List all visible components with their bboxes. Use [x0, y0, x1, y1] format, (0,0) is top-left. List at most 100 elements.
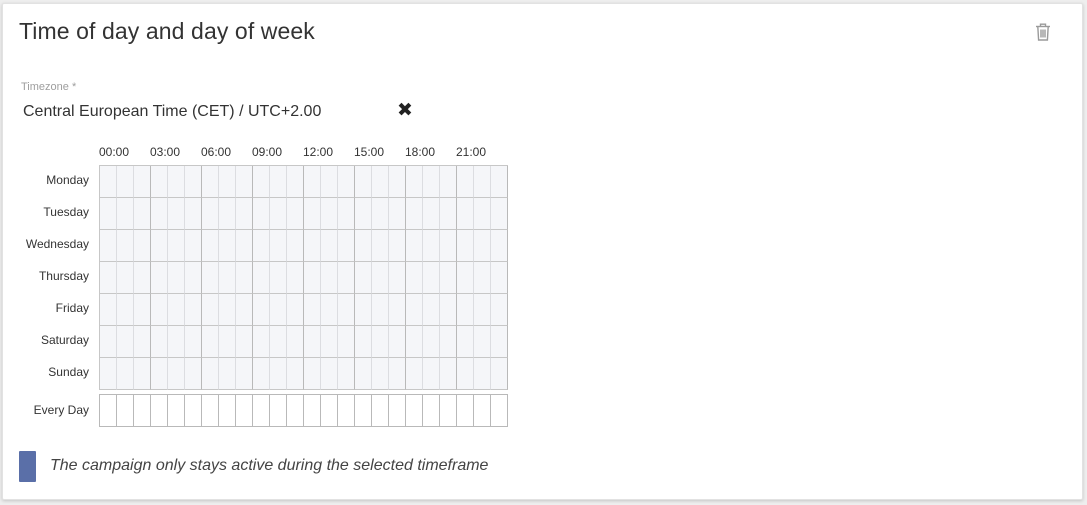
time-cell[interactable]	[100, 358, 117, 390]
time-cell[interactable]	[355, 358, 372, 390]
time-cell[interactable]	[219, 262, 236, 294]
every-day-cell[interactable]	[270, 395, 287, 426]
time-cell[interactable]	[287, 230, 304, 262]
time-cell[interactable]	[253, 230, 270, 262]
time-cell[interactable]	[134, 326, 151, 358]
time-cell[interactable]	[236, 358, 253, 390]
every-day-cell[interactable]	[423, 395, 440, 426]
time-cell[interactable]	[270, 198, 287, 230]
time-cell[interactable]	[219, 166, 236, 198]
time-cell[interactable]	[151, 230, 168, 262]
every-day-cell[interactable]	[389, 395, 406, 426]
time-cell[interactable]	[389, 262, 406, 294]
time-cell[interactable]	[406, 358, 423, 390]
every-day-cell[interactable]	[236, 395, 253, 426]
time-cell[interactable]	[457, 262, 474, 294]
every-day-cell[interactable]	[151, 395, 168, 426]
time-cell[interactable]	[117, 198, 134, 230]
time-cell[interactable]	[270, 294, 287, 326]
close-x-icon[interactable]: ✖	[396, 101, 414, 121]
time-cell[interactable]	[134, 262, 151, 294]
time-cell[interactable]	[151, 294, 168, 326]
time-cell[interactable]	[457, 358, 474, 390]
time-cell[interactable]	[457, 294, 474, 326]
time-cell[interactable]	[440, 198, 457, 230]
time-cell[interactable]	[423, 230, 440, 262]
time-cell[interactable]	[304, 230, 321, 262]
time-cell[interactable]	[355, 230, 372, 262]
every-day-cell[interactable]	[406, 395, 423, 426]
time-cell[interactable]	[491, 198, 508, 230]
time-cell[interactable]	[134, 358, 151, 390]
time-cell[interactable]	[253, 166, 270, 198]
time-cell[interactable]	[321, 262, 338, 294]
time-cell[interactable]	[100, 166, 117, 198]
time-cell[interactable]	[491, 262, 508, 294]
time-cell[interactable]	[117, 326, 134, 358]
every-day-cell[interactable]	[372, 395, 389, 426]
time-cell[interactable]	[185, 230, 202, 262]
every-day-cell[interactable]	[457, 395, 474, 426]
time-cell[interactable]	[134, 294, 151, 326]
time-cell[interactable]	[219, 230, 236, 262]
time-cell[interactable]	[219, 326, 236, 358]
every-day-cell[interactable]	[253, 395, 270, 426]
time-cell[interactable]	[236, 166, 253, 198]
time-cell[interactable]	[338, 358, 355, 390]
time-cell[interactable]	[202, 166, 219, 198]
time-cell[interactable]	[355, 198, 372, 230]
time-cell[interactable]	[321, 326, 338, 358]
time-cell[interactable]	[491, 294, 508, 326]
every-day-cell[interactable]	[202, 395, 219, 426]
every-day-cell[interactable]	[134, 395, 151, 426]
time-cell[interactable]	[457, 326, 474, 358]
time-cell[interactable]	[423, 262, 440, 294]
time-cell[interactable]	[304, 166, 321, 198]
every-day-cell[interactable]	[355, 395, 372, 426]
every-day-cell[interactable]	[219, 395, 236, 426]
time-cell[interactable]	[219, 294, 236, 326]
time-cell[interactable]	[134, 230, 151, 262]
time-cell[interactable]	[202, 326, 219, 358]
time-cell[interactable]	[270, 230, 287, 262]
time-cell[interactable]	[372, 198, 389, 230]
time-cell[interactable]	[287, 262, 304, 294]
time-cell[interactable]	[389, 166, 406, 198]
time-cell[interactable]	[236, 294, 253, 326]
time-cell[interactable]	[321, 166, 338, 198]
time-cell[interactable]	[202, 262, 219, 294]
time-cell[interactable]	[100, 198, 117, 230]
time-cell[interactable]	[440, 358, 457, 390]
time-cell[interactable]	[423, 198, 440, 230]
time-cell[interactable]	[117, 230, 134, 262]
time-cell[interactable]	[474, 294, 491, 326]
time-cell[interactable]	[457, 230, 474, 262]
time-cell[interactable]	[168, 230, 185, 262]
time-cell[interactable]	[474, 358, 491, 390]
time-cell[interactable]	[406, 166, 423, 198]
time-cell[interactable]	[440, 230, 457, 262]
time-cell[interactable]	[185, 294, 202, 326]
time-cell[interactable]	[287, 294, 304, 326]
time-cell[interactable]	[321, 230, 338, 262]
time-cell[interactable]	[151, 326, 168, 358]
time-cell[interactable]	[151, 262, 168, 294]
time-cell[interactable]	[491, 326, 508, 358]
time-cell[interactable]	[304, 358, 321, 390]
time-cell[interactable]	[202, 198, 219, 230]
time-cell[interactable]	[457, 166, 474, 198]
time-cell[interactable]	[304, 262, 321, 294]
every-day-cell[interactable]	[168, 395, 185, 426]
time-cell[interactable]	[491, 166, 508, 198]
time-cell[interactable]	[185, 326, 202, 358]
time-cell[interactable]	[372, 358, 389, 390]
time-cell[interactable]	[423, 166, 440, 198]
time-cell[interactable]	[168, 326, 185, 358]
time-cell[interactable]	[372, 294, 389, 326]
time-cell[interactable]	[406, 198, 423, 230]
time-cell[interactable]	[151, 166, 168, 198]
time-cell[interactable]	[253, 294, 270, 326]
time-cell[interactable]	[117, 166, 134, 198]
time-cell[interactable]	[389, 198, 406, 230]
time-cell[interactable]	[491, 230, 508, 262]
